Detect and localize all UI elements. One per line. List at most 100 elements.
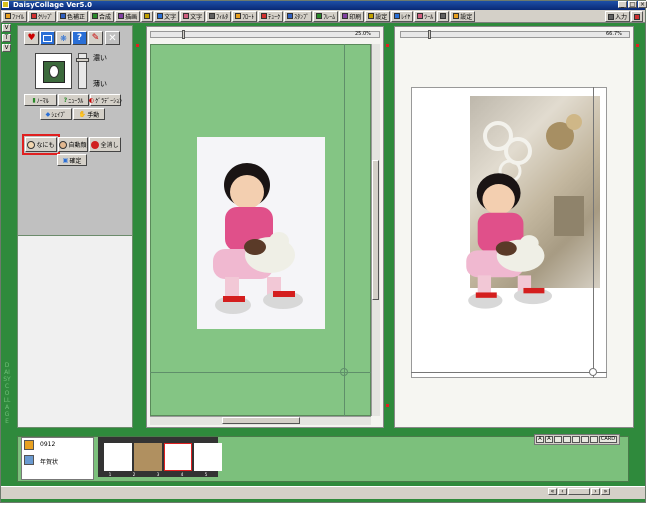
editor-zoom-thumb[interactable] <box>182 30 185 39</box>
toolbar-button-17[interactable] <box>437 10 450 22</box>
toolbar-button-label: ﾌｨﾙﾀ <box>216 13 229 21</box>
toolbar-button-1[interactable]: ｸﾘｯﾌﾟ <box>28 10 57 22</box>
toolbar-button-3[interactable]: 合成 <box>89 10 115 22</box>
brush-button[interactable]: ✎ <box>88 31 103 45</box>
editor-hscroll-thumb[interactable] <box>222 417 300 424</box>
toolbar-button-8[interactable]: ﾌｨﾙﾀ <box>206 10 232 22</box>
toolbar-button-label: ｸﾘｯﾌﾟ <box>38 13 54 21</box>
shapes-button[interactable]: ❋ <box>56 31 71 45</box>
toolbar-button-9[interactable]: ﾌﾛｰﾄ <box>232 10 258 22</box>
strip-button-v1[interactable]: V <box>2 24 11 32</box>
shape-mode-button[interactable]: ◆ ｼｪｲﾌﾟ <box>40 108 72 120</box>
layout-icon[interactable] <box>590 436 598 443</box>
film-frame-2[interactable] <box>134 443 162 471</box>
preview-zoom-slider[interactable] <box>400 31 630 38</box>
editor-photo[interactable] <box>197 137 325 329</box>
shape-mode-label: ｼｪｲﾌﾟ <box>51 111 67 119</box>
no-face-label: なにも <box>36 142 55 149</box>
child-cutout <box>466 173 553 309</box>
editor-zoom-label: 25.0% <box>355 31 371 37</box>
red-ball-icon <box>91 140 100 149</box>
confirm-button[interactable]: ▣ 確定 <box>57 154 87 166</box>
auto-face-button[interactable]: 自動顔 <box>58 137 88 152</box>
strip-button-t[interactable]: T <box>2 34 11 42</box>
print-icon[interactable] <box>554 436 562 443</box>
layer-icon <box>394 13 401 19</box>
manual-mode-button[interactable]: ✋ 手動 <box>73 108 105 120</box>
clip-tool-button[interactable]: ♥ <box>24 31 39 45</box>
toolbar-button-14[interactable]: 設定 <box>365 10 391 22</box>
maximize-button[interactable]: □ <box>628 1 637 8</box>
toolbar-button-2[interactable]: 色補正 <box>57 10 89 22</box>
film-frame-1[interactable] <box>104 443 132 471</box>
copy-icon[interactable] <box>563 436 571 443</box>
preview-zoom-thumb[interactable] <box>428 30 431 39</box>
toolbar-button-label: 文字 <box>190 13 203 21</box>
guide-handle[interactable] <box>340 368 348 376</box>
toolbar-right-button-1[interactable] <box>631 11 643 22</box>
page-indicator <box>568 488 590 495</box>
toolbar-button-6[interactable]: 文字 <box>154 10 180 22</box>
question-green-icon: ? <box>63 96 68 104</box>
toolbar-button-13[interactable]: 印刷 <box>339 10 365 22</box>
toolbar-button-5[interactable] <box>141 10 154 22</box>
heart-icon: ♥ <box>27 33 36 43</box>
toolbar-button-label: ﾚｲﾔ <box>401 13 411 21</box>
confirm-icon: ▣ <box>62 156 69 164</box>
guide-line-vertical[interactable] <box>344 44 345 416</box>
film-frame-3[interactable] <box>164 443 192 471</box>
film-frame-number: 2 <box>132 472 136 477</box>
float-icon <box>235 13 242 19</box>
minimize-button[interactable]: _ <box>618 1 627 8</box>
toolbar-button-15[interactable]: ﾚｲﾔ <box>391 10 414 22</box>
text-a-icon[interactable]: A <box>536 436 544 443</box>
help-button[interactable]: ? <box>72 31 87 45</box>
image-icon[interactable] <box>581 436 589 443</box>
preview-guide-vertical <box>593 87 594 378</box>
toolbar-button-0[interactable]: ﾌｧｲﾙ <box>2 10 28 22</box>
first-page-button[interactable]: « <box>548 488 557 495</box>
clear-selection-button[interactable]: ✕ <box>105 31 120 45</box>
text-b-icon[interactable]: A <box>545 436 553 443</box>
toolbar-button-label: 色補正 <box>67 13 86 21</box>
toolbar-button-label: ｽﾀﾝﾌﾟ <box>294 13 310 21</box>
film-frame-number: 3 <box>156 472 160 477</box>
rectangle-icon <box>43 34 52 42</box>
card-mode-icon[interactable]: CARD <box>599 436 617 443</box>
toolbar-button-4[interactable]: 描画 <box>115 10 141 22</box>
toolbar-button-16[interactable]: ﾂｰﾙ <box>414 10 437 22</box>
film-frame-number: 4 <box>180 472 184 477</box>
manual-mode-label: 手動 <box>87 111 100 119</box>
toolbar-right-button-0[interactable]: 入力 <box>604 11 630 22</box>
toolbar-right-label: 入力 <box>614 14 627 21</box>
normal-mode-button[interactable]: ▮ ﾉｰﾏﾙ <box>24 94 57 106</box>
preview-guide-handle <box>589 368 597 376</box>
blur-mode-label: ﾆｭｰﾗﾙ <box>68 97 84 105</box>
strip-button-v2[interactable]: V <box>2 44 11 52</box>
toolbar-button-11[interactable]: ｽﾀﾝﾌﾟ <box>284 10 313 22</box>
no-face-button[interactable]: なにも <box>25 137 57 152</box>
toolbar-button-label: ﾌﾛｰﾄ <box>242 13 255 21</box>
last-page-button[interactable]: » <box>601 488 610 495</box>
save-icon[interactable] <box>572 436 580 443</box>
face-oval-icon <box>49 65 59 78</box>
blur-mode-button[interactable]: ? ﾆｭｰﾗﾙ <box>58 94 89 106</box>
editor-vscroll-thumb[interactable] <box>372 160 379 300</box>
next-page-button[interactable]: › <box>591 488 600 495</box>
tool-icon <box>261 13 268 19</box>
toolbar-button-7[interactable]: 文字 <box>180 10 206 22</box>
toolbar-button-18[interactable]: 設定 <box>450 10 476 22</box>
density-slider[interactable] <box>76 53 89 89</box>
guide-line-horizontal[interactable] <box>150 372 371 373</box>
toolbar-button-12[interactable]: ﾌﾚｰﾑ <box>313 10 339 22</box>
prev-page-button[interactable]: ‹ <box>558 488 567 495</box>
gradient-mode-button[interactable]: ◐ ｸﾞﾗﾃﾞｰｼｮﾝ <box>89 94 122 106</box>
film-frame-4[interactable] <box>194 443 222 471</box>
rect-select-button[interactable] <box>40 31 55 45</box>
toolbar-button-10[interactable]: ﾃｭｰｸ <box>258 10 284 22</box>
frame-icon <box>144 13 151 19</box>
clear-all-button[interactable]: 全消し <box>89 137 121 152</box>
density-slider-thumb[interactable] <box>76 58 89 62</box>
close-button[interactable]: × <box>638 1 647 8</box>
toolbar-right-group: 入力 <box>604 11 643 22</box>
